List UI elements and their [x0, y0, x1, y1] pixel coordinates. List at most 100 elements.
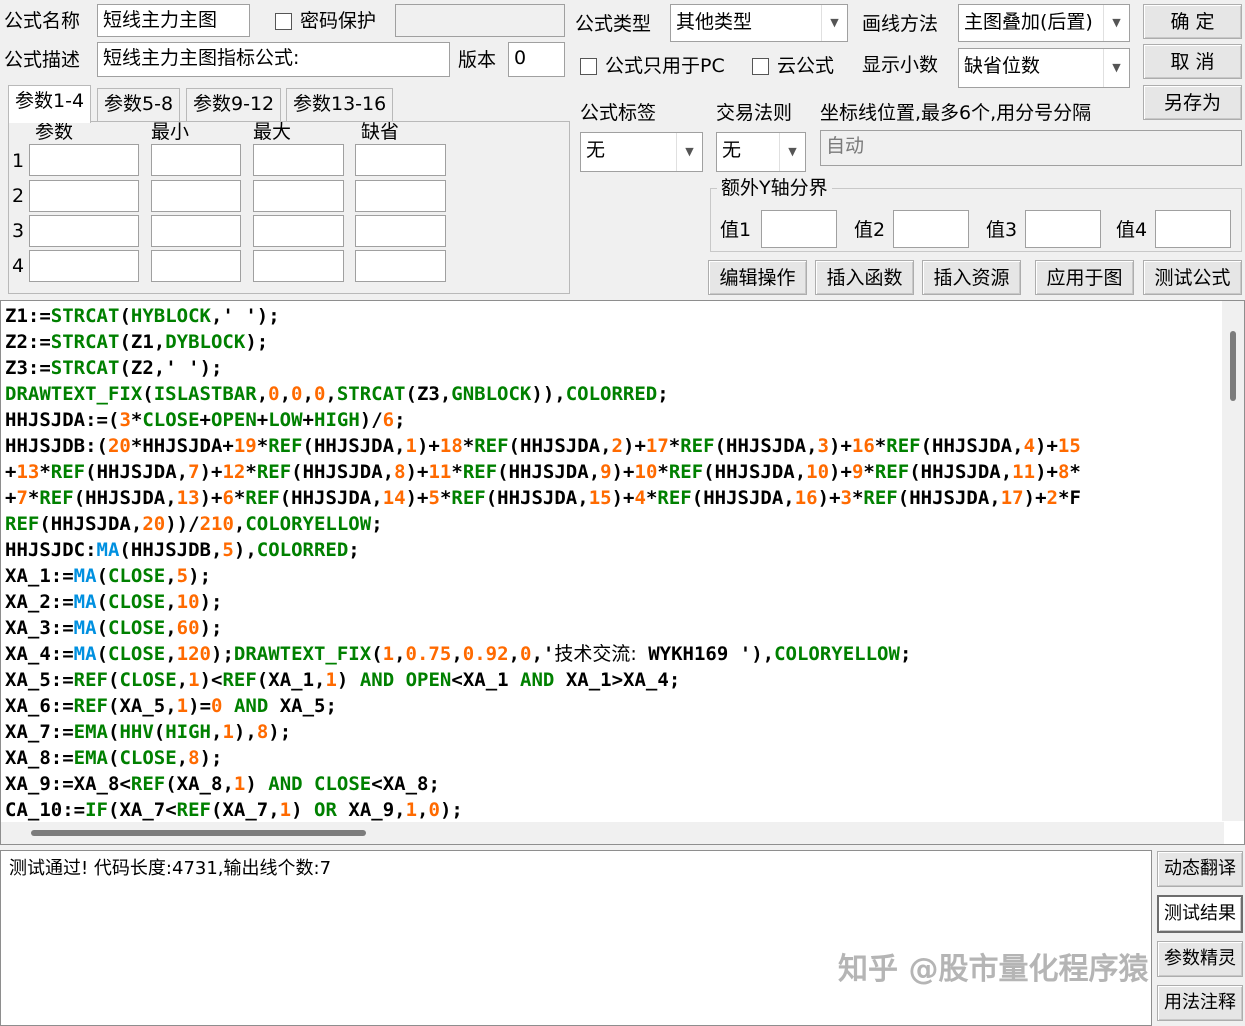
row-index: 4 — [12, 255, 25, 277]
ok-button[interactable]: 确 定 — [1143, 4, 1242, 39]
vertical-scrollbar[interactable] — [1222, 301, 1244, 821]
param-name-input[interactable] — [29, 144, 139, 176]
param-min-input[interactable] — [151, 180, 241, 212]
tab-params-5-8[interactable]: 参数5-8 — [97, 88, 181, 121]
code-line[interactable]: XA_1:=MA(CLOSE,5); — [5, 563, 1220, 589]
formula-name-input[interactable]: 短线主力主图 — [97, 4, 250, 37]
chevron-down-icon[interactable]: ▼ — [676, 133, 702, 171]
formula-tag-value: 无 — [586, 139, 606, 161]
param-name-input[interactable] — [29, 250, 139, 282]
pc-only-label: 公式只用于PC — [605, 55, 725, 77]
value4-input[interactable] — [1155, 210, 1231, 248]
param-min-input[interactable] — [151, 215, 241, 247]
cancel-button[interactable]: 取 消 — [1143, 44, 1242, 79]
trade-rule-select[interactable]: 无 ▼ — [716, 132, 806, 172]
tab-params-13-16[interactable]: 参数13-16 — [286, 88, 394, 121]
draw-method-value: 主图叠加(后置) — [964, 11, 1093, 33]
test-result-button[interactable]: 测试结果 — [1157, 895, 1243, 933]
code-line[interactable]: Z3:=STRCAT(Z2,' '); — [5, 355, 1220, 381]
formula-tag-select[interactable]: 无 ▼ — [580, 132, 703, 172]
dynamic-translate-button[interactable]: 动态翻译 — [1157, 851, 1243, 887]
value2-input[interactable] — [893, 210, 969, 248]
chevron-down-icon[interactable]: ▼ — [1103, 5, 1129, 41]
row-index: 2 — [12, 185, 25, 207]
param-name-input[interactable] — [29, 180, 139, 212]
param-max-input[interactable] — [253, 250, 344, 282]
checkbox-box[interactable] — [752, 57, 769, 75]
formula-desc-input[interactable]: 短线主力主图指标公式: — [97, 42, 450, 77]
code-line[interactable]: HHJSJDC:MA(HHJSJDB,5),COLORRED; — [5, 537, 1220, 563]
test-formula-button[interactable]: 测试公式 — [1143, 260, 1242, 295]
chevron-down-icon[interactable]: ▼ — [821, 5, 847, 41]
code-line[interactable]: XA_9:=XA_8<REF(XA_8,1) AND CLOSE<XA_8; — [5, 771, 1220, 797]
param-default-input[interactable] — [355, 215, 446, 247]
save-as-button[interactable]: 另存为 — [1143, 85, 1242, 120]
checkbox-box[interactable] — [275, 12, 292, 30]
value1-input[interactable] — [761, 210, 837, 248]
formula-tag-label: 公式标签 — [580, 102, 657, 124]
code-line[interactable]: REF(HHJSJDA,20))/210,COLORYELLOW; — [5, 511, 1220, 537]
code-line[interactable]: +13*REF(HHJSJDA,7)+12*REF(HHJSJDA,8)+11*… — [5, 459, 1220, 485]
tab-params-1-4[interactable]: 参数1-4 — [8, 85, 92, 123]
decimal-label: 显示小数 — [862, 54, 939, 76]
axis-position-label: 坐标线位置,最多6个,用分号分隔 — [820, 102, 1092, 124]
password-label: 密码保护 — [300, 10, 377, 32]
code-line[interactable]: HHJSJDB:(20*HHJSJDA+19*REF(HHJSJDA,1)+18… — [5, 433, 1220, 459]
password-checkbox[interactable]: 密码保护 — [275, 9, 376, 33]
param-max-input[interactable] — [253, 215, 344, 247]
value1-label: 值1 — [720, 219, 752, 241]
usage-notes-button[interactable]: 用法注释 — [1157, 985, 1243, 1021]
param-default-input[interactable] — [355, 250, 446, 282]
param-min-input[interactable] — [151, 250, 241, 282]
formula-desc-label: 公式描述 — [4, 49, 81, 71]
param-max-input[interactable] — [253, 144, 344, 176]
code-line[interactable]: XA_3:=MA(CLOSE,60); — [5, 615, 1220, 641]
row-index: 3 — [12, 220, 25, 242]
code-line[interactable]: XA_4:=MA(CLOSE,120);DRAWTEXT_FIX(1,0.75,… — [5, 641, 1220, 667]
password-input[interactable] — [395, 4, 565, 37]
code-line[interactable]: DRAWTEXT_FIX(ISLASTBAR,0,0,0,STRCAT(Z3,G… — [5, 381, 1220, 407]
param-wizard-button[interactable]: 参数精灵 — [1157, 941, 1243, 977]
param-max-input[interactable] — [253, 180, 344, 212]
insert-resource-button[interactable]: 插入资源 — [922, 260, 1021, 295]
chevron-down-icon[interactable]: ▼ — [779, 133, 805, 171]
param-default-input[interactable] — [355, 144, 446, 176]
formula-type-value: 其他类型 — [676, 11, 753, 33]
axis-position-input[interactable]: 自动 — [820, 130, 1242, 166]
code-line[interactable]: XA_8:=EMA(CLOSE,8); — [5, 745, 1220, 771]
pc-only-checkbox[interactable]: 公式只用于PC — [580, 54, 725, 78]
code-line[interactable]: Z2:=STRCAT(Z1,DYBLOCK); — [5, 329, 1220, 355]
param-min-input[interactable] — [151, 144, 241, 176]
insert-function-button[interactable]: 插入函数 — [815, 260, 914, 295]
value3-input[interactable] — [1025, 210, 1101, 248]
code-line[interactable]: XA_2:=MA(CLOSE,10); — [5, 589, 1220, 615]
code-line[interactable]: XA_7:=EMA(HHV(HIGH,1),8); — [5, 719, 1220, 745]
code-line[interactable]: HHJSJDA:=(3*CLOSE+OPEN+LOW+HIGH)/6; — [5, 407, 1220, 433]
apply-to-chart-button[interactable]: 应用于图 — [1035, 260, 1134, 295]
cloud-checkbox[interactable]: 云公式 — [752, 54, 834, 78]
edit-operations-button[interactable]: 编辑操作 — [708, 260, 807, 295]
tab-params-9-12[interactable]: 参数9-12 — [186, 88, 282, 121]
formula-type-select[interactable]: 其他类型 ▼ — [670, 4, 848, 42]
trade-rule-value: 无 — [722, 139, 742, 161]
col-min-header: 最小 — [151, 121, 190, 143]
chevron-down-icon[interactable]: ▼ — [1103, 49, 1129, 87]
cloud-label: 云公式 — [777, 55, 835, 77]
param-name-input[interactable] — [29, 215, 139, 247]
checkbox-box[interactable] — [580, 57, 597, 75]
code-line[interactable]: XA_6:=REF(XA_5,1)=0 AND XA_5; — [5, 693, 1220, 719]
decimal-select[interactable]: 缺省位数 ▼ — [958, 48, 1130, 88]
param-default-input[interactable] — [355, 180, 446, 212]
col-max-header: 最大 — [253, 121, 292, 143]
code-editor[interactable]: Z1:=STRCAT(HYBLOCK,' '); Z2:=STRCAT(Z1,DY… — [0, 300, 1245, 845]
vertical-scroll-thumb[interactable] — [1230, 331, 1236, 401]
code-line[interactable]: Z1:=STRCAT(HYBLOCK,' '); — [5, 303, 1220, 329]
code-line[interactable]: +7*REF(HHJSJDA,13)+6*REF(HHJSJDA,14)+5*R… — [5, 485, 1220, 511]
code-text[interactable]: Z1:=STRCAT(HYBLOCK,' '); Z2:=STRCAT(Z1,DY… — [5, 303, 1220, 823]
code-line[interactable]: XA_5:=REF(CLOSE,1)<REF(XA_1,1) AND OPEN<… — [5, 667, 1220, 693]
code-line[interactable]: CA_10:=IF(XA_7<REF(XA_7,1) OR XA_9,1,0); — [5, 797, 1220, 823]
horizontal-scroll-thumb[interactable] — [31, 830, 366, 836]
horizontal-scrollbar[interactable] — [1, 822, 1224, 844]
version-input[interactable]: 0 — [508, 42, 565, 77]
draw-method-select[interactable]: 主图叠加(后置) ▼ — [958, 4, 1130, 42]
